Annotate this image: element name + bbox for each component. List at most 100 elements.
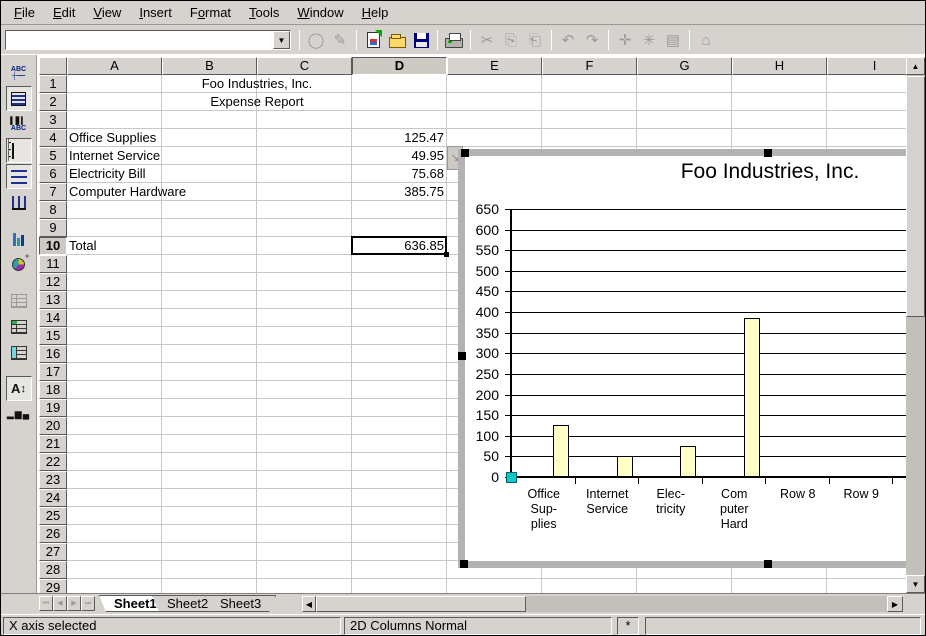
row-header-11[interactable]: 11 [39,255,67,273]
cell-D5[interactable]: 49.95 [352,147,444,165]
horizontal-scroll-thumb[interactable] [316,596,526,612]
chart-type-icon[interactable]: ✦ [6,252,32,277]
column-header-A[interactable]: A [67,57,162,75]
next-sheet-button[interactable]: ▶ [67,596,81,611]
sheet-tab-sheet3[interactable]: Sheet3 [205,595,276,612]
row-header-19[interactable]: 19 [39,399,67,417]
row-header-21[interactable]: 21 [39,435,67,453]
h-scroll-right-button[interactable]: ▶ [887,596,903,612]
menu-edit[interactable]: Edit [44,3,84,22]
cell-A7[interactable]: Computer Hardware [69,183,269,201]
menu-view[interactable]: View [84,3,130,22]
cell-A10[interactable]: Total [69,237,269,255]
chart-resize-handle-top-middle[interactable] [764,149,772,157]
row-header-25[interactable]: 25 [39,507,67,525]
row-header-24[interactable]: 24 [39,489,67,507]
row-header-16[interactable]: 16 [39,345,67,363]
row-header-12[interactable]: 12 [39,273,67,291]
reorganize-chart-icon[interactable]: ▂▆▄ [6,402,32,427]
url-input[interactable] [6,31,273,49]
x-axis-selection-handle[interactable] [506,472,517,483]
chart-resize-handle-bottom-left[interactable] [460,560,468,568]
bar-computer-hardware[interactable] [744,318,760,477]
row-header-18[interactable]: 18 [39,381,67,399]
first-sheet-button[interactable]: ⏮ [39,596,53,611]
cell-A6[interactable]: Electricity Bill [69,165,269,183]
print-icon[interactable] [443,29,465,51]
row-header-20[interactable]: 20 [39,417,67,435]
row-header-27[interactable]: 27 [39,543,67,561]
row-header-23[interactable]: 23 [39,471,67,489]
open-icon[interactable] [386,29,408,51]
h-scroll-left-button[interactable]: ◀ [302,596,316,612]
row-header-15[interactable]: 15 [39,327,67,345]
bar-electricity[interactable] [680,446,696,477]
row-header-26[interactable]: 26 [39,525,67,543]
scroll-down-button[interactable]: ▼ [906,575,925,593]
cell-fill-handle[interactable] [444,252,449,257]
row-header-22[interactable]: 22 [39,453,67,471]
embedded-chart[interactable]: Foo Industries, Inc. 0501001502002503003… [458,149,926,568]
scale-text-icon[interactable]: A↕ [6,376,32,401]
row-header-2[interactable]: 2 [39,93,67,111]
axis-descriptions-icon[interactable] [6,138,32,163]
bar-internet-service[interactable] [617,456,633,477]
previous-sheet-button[interactable]: ◀ [53,596,67,611]
cell-D7[interactable]: 385.75 [352,183,444,201]
column-header-H[interactable]: H [732,57,827,75]
menu-tools[interactable]: Tools [240,3,288,22]
bar-office-supplies[interactable] [553,425,569,477]
row-header-1[interactable]: 1 [39,75,67,93]
column-header-F[interactable]: F [542,57,637,75]
chart-resize-handle-top-left[interactable] [461,149,469,157]
chart-legend-icon[interactable] [6,86,32,111]
row-header-7[interactable]: 7 [39,183,67,201]
menu-window[interactable]: Window [288,3,352,22]
cell-D4[interactable]: 125.47 [352,129,444,147]
row-header-9[interactable]: 9 [39,219,67,237]
row-header-10[interactable]: 10 [39,237,67,255]
row-header-4[interactable]: 4 [39,129,67,147]
row-header-28[interactable]: 28 [39,561,67,579]
chart-data-icon[interactable] [6,226,32,251]
axes-title-icon[interactable]: ▍▋▎ABC [6,112,32,137]
menu-format[interactable]: Format [181,3,240,22]
column-header-G[interactable]: G [637,57,732,75]
column-header-D[interactable]: D [352,57,447,75]
save-icon[interactable] [410,29,432,51]
menu-insert[interactable]: Insert [130,3,181,22]
chart-title-icon[interactable]: ABC┼╌╌ [6,60,32,85]
cell-D6[interactable]: 75.68 [352,165,444,183]
vertical-scroll-thumb[interactable] [906,76,925,317]
select-all-corner[interactable] [39,57,67,75]
row-header-6[interactable]: 6 [39,165,67,183]
y-axis-line[interactable] [510,209,512,477]
menu-help[interactable]: Help [353,3,398,22]
chart-resize-handle-bottom-middle[interactable] [764,560,772,568]
row-header-5[interactable]: 5 [39,147,67,165]
vertical-scrollbar[interactable]: ▲ ▼ [906,57,925,593]
row-header-14[interactable]: 14 [39,309,67,327]
vertical-grid-icon[interactable] [6,190,32,215]
new-document-icon[interactable] [362,29,384,51]
chart-resize-handle-left-middle[interactable] [458,352,466,360]
row-header-29[interactable]: 29 [39,579,67,593]
row-header-13[interactable]: 13 [39,291,67,309]
cell-A4[interactable]: Office Supplies [69,129,269,147]
last-sheet-button[interactable]: ⏭ [81,596,95,611]
menu-file[interactable]: File [5,3,44,22]
column-header-C[interactable]: C [257,57,352,75]
chart-title[interactable]: Foo Industries, Inc. [615,160,925,184]
cell-B2[interactable]: Expense Report [162,93,352,111]
x-axis-line[interactable] [510,476,920,478]
data-in-columns-icon[interactable] [6,340,32,365]
url-dropdown-button[interactable]: ▼ [273,31,290,49]
data-in-rows-icon[interactable] [6,314,32,339]
row-header-8[interactable]: 8 [39,201,67,219]
scroll-up-button[interactable]: ▲ [906,57,925,75]
row-header-3[interactable]: 3 [39,111,67,129]
url-combobox[interactable]: ▼ [5,30,291,50]
row-header-17[interactable]: 17 [39,363,67,381]
chart-area[interactable]: Foo Industries, Inc. 0501001502002503003… [465,156,926,561]
column-header-B[interactable]: B [162,57,257,75]
